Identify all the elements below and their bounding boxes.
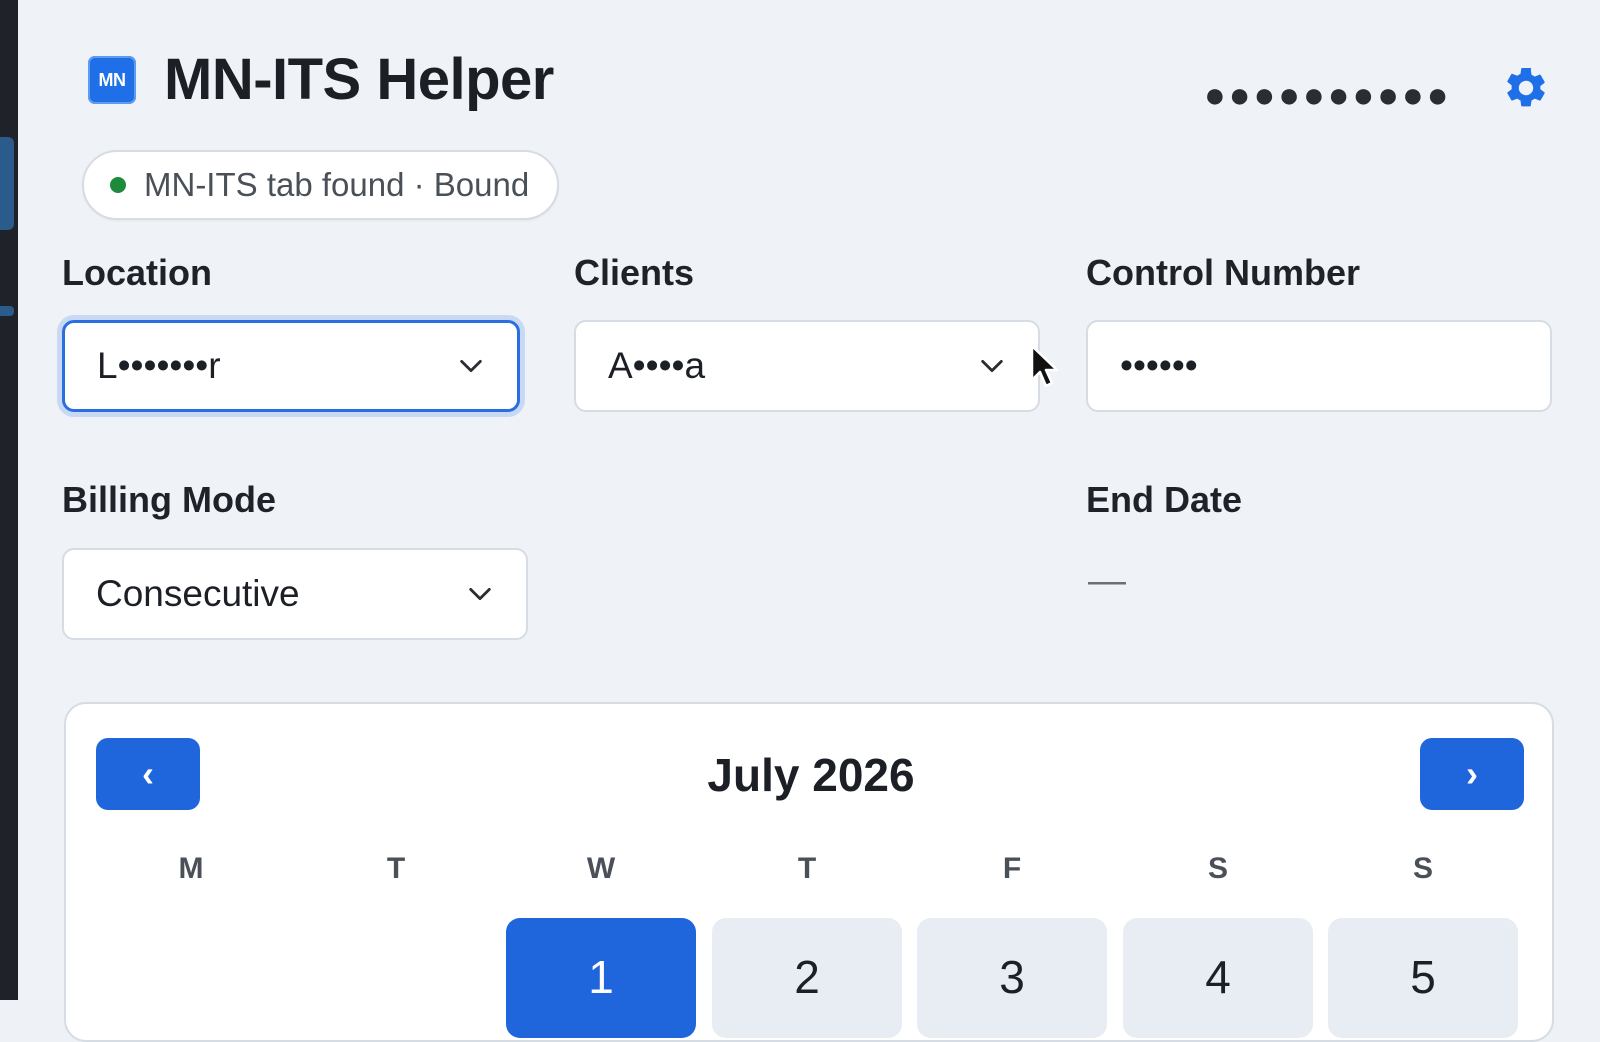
- calendar-month-title: July 2026: [707, 749, 915, 801]
- calendar-day[interactable]: 2: [712, 918, 902, 1038]
- chevron-down-icon: [981, 359, 1003, 373]
- connection-status-badge: MN-ITS tab found · Bound: [82, 150, 560, 220]
- billing-mode-select[interactable]: Consecutive: [62, 548, 528, 640]
- calendar-day-selected[interactable]: 1: [506, 918, 696, 1038]
- location-select[interactable]: L•••••••r: [62, 320, 520, 412]
- next-month-button[interactable]: ›: [1420, 738, 1524, 810]
- weekday-header: S: [1412, 852, 1433, 885]
- location-value: L•••••••r: [97, 345, 221, 386]
- end-date-label: End Date: [1086, 479, 1243, 520]
- calendar-day[interactable]: 3: [917, 918, 1107, 1038]
- chevron-down-icon: [460, 359, 482, 373]
- clients-select[interactable]: A••••a: [574, 320, 1040, 412]
- status-dot-icon: [110, 177, 126, 193]
- calendar-day[interactable]: 5: [1328, 918, 1518, 1038]
- app-logo-icon: MN: [88, 56, 136, 104]
- control-number-label: Control Number: [1086, 252, 1360, 293]
- weekday-header: S: [1207, 852, 1228, 885]
- left-side-marker: [0, 306, 14, 316]
- weekday-header: F: [1002, 852, 1022, 885]
- left-side-tab[interactable]: [0, 137, 14, 230]
- billing-mode-value: Consecutive: [96, 573, 300, 614]
- clients-value: A••••a: [608, 345, 706, 386]
- weekday-header: T: [797, 852, 817, 885]
- status-text: MN-ITS tab found · Bound: [144, 166, 530, 203]
- control-number-input[interactable]: ••••••: [1086, 320, 1552, 412]
- calendar-day[interactable]: 4: [1123, 918, 1313, 1038]
- location-label: Location: [62, 252, 212, 293]
- gear-icon-svg: [1507, 67, 1545, 107]
- control-number-value: ••••••: [1120, 345, 1198, 386]
- gear-icon[interactable]: [1502, 64, 1550, 112]
- weekday-header: M: [178, 852, 204, 885]
- chevron-down-icon: [469, 587, 491, 601]
- clients-label: Clients: [574, 252, 695, 293]
- weekday-header: T: [386, 852, 406, 885]
- masked-account-id: ●●●●●●●●●●: [1204, 74, 1452, 115]
- end-date-value: —: [1088, 560, 1126, 602]
- calendar: ‹ July 2026 › M T W T F S S 1 2 3 4 5: [64, 702, 1554, 1042]
- mouse-pointer-icon: [1030, 344, 1059, 388]
- helper-panel: MN MN-ITS Helper ●●●●●●●●●● MN-ITS tab f…: [18, 0, 1600, 1042]
- logo-text: MN: [98, 69, 127, 90]
- weekday-header: W: [586, 852, 616, 885]
- billing-mode-label: Billing Mode: [62, 479, 276, 520]
- app-title: MN-ITS Helper: [164, 47, 554, 112]
